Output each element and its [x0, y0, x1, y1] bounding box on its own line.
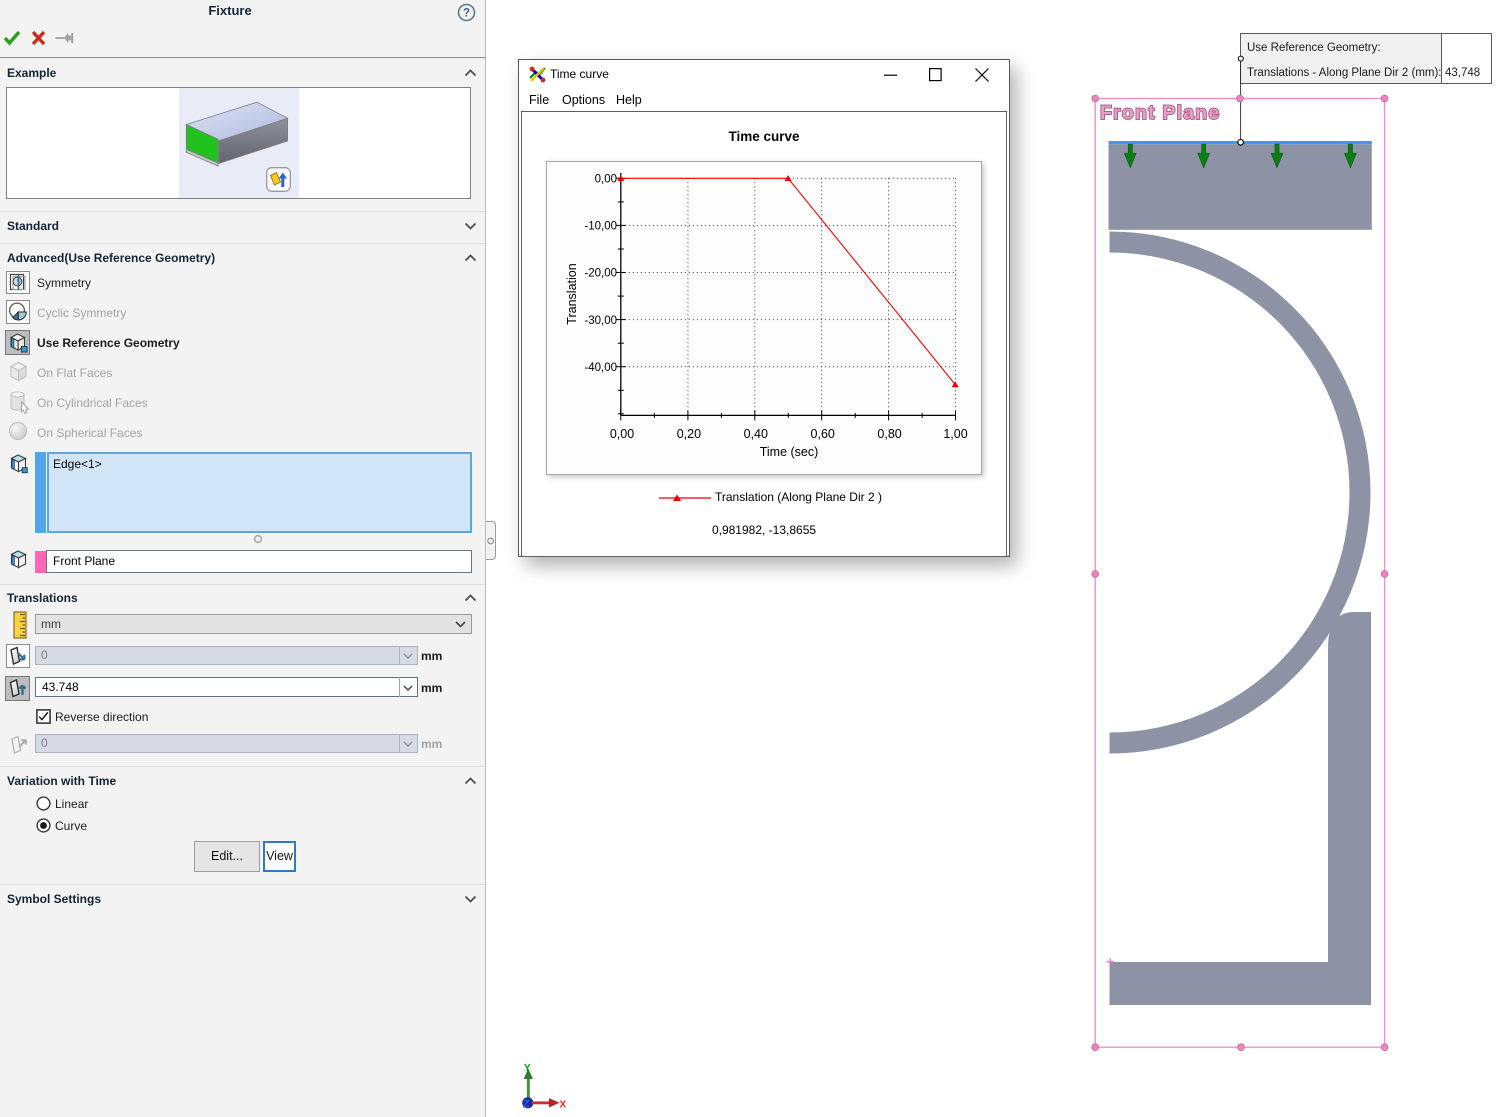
svg-text:Z: Z	[523, 1098, 530, 1110]
svg-text:Front Plane: Front Plane	[1100, 102, 1220, 124]
svg-text:X: X	[560, 1100, 567, 1111]
svg-text:Translation: Translation	[565, 263, 579, 324]
svg-text:Time (sec): Time (sec)	[760, 445, 819, 459]
svg-text:0,60: 0,60	[811, 427, 835, 441]
svg-text:1,00: 1,00	[943, 427, 967, 441]
svg-text:-10,00: -10,00	[584, 221, 617, 233]
svg-text:0,00: 0,00	[610, 427, 634, 441]
svg-text:-40,00: -40,00	[584, 362, 617, 374]
svg-text:-30,00: -30,00	[584, 315, 617, 327]
svg-text:0,80: 0,80	[877, 427, 901, 441]
svg-text:0,00: 0,00	[595, 174, 617, 186]
svg-text:-20,00: -20,00	[584, 268, 617, 280]
svg-text:?: ?	[463, 8, 470, 20]
svg-text:0,40: 0,40	[744, 427, 768, 441]
svg-text:0,20: 0,20	[677, 427, 701, 441]
